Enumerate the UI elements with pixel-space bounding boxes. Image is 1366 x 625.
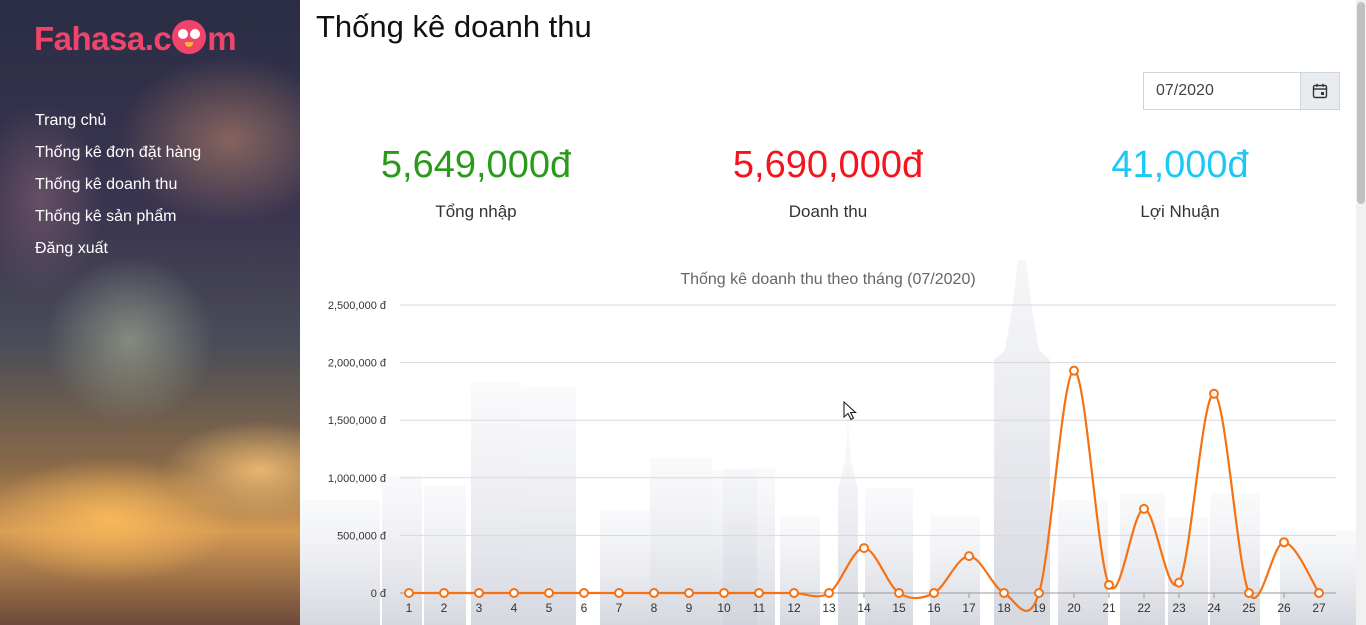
x-tick-label: 25 — [1242, 601, 1256, 615]
sidebar: Fahasa.c m Trang chủ Thống kê đơn đặt hàn… — [0, 0, 300, 625]
logo-text: Fahasa.c — [34, 20, 172, 57]
x-tick-label: 2 — [441, 601, 448, 615]
x-tick-label: 27 — [1312, 601, 1326, 615]
vertical-scrollbar[interactable] — [1356, 0, 1366, 625]
y-tick-label: 2,000,000 đ — [328, 358, 387, 370]
data-point[interactable] — [1209, 388, 1219, 399]
calendar-icon — [1312, 83, 1328, 99]
data-point[interactable] — [894, 588, 904, 598]
revenue-line-chart: Thống kê doanh thu theo tháng (07/2020) … — [300, 260, 1356, 625]
data-point[interactable] — [1139, 503, 1149, 514]
x-tick-label: 1 — [406, 601, 413, 615]
x-tick-label: 16 — [927, 601, 941, 615]
x-tick-label: 24 — [1207, 601, 1221, 615]
data-point[interactable] — [999, 588, 1009, 598]
y-tick-label: 1,500,000 đ — [328, 415, 387, 427]
stat-value: 41,000đ — [1111, 144, 1249, 186]
sidebar-item-home[interactable]: Trang chủ — [35, 111, 201, 143]
stat-profit: 41,000đ Lợi Nhuận — [1015, 142, 1345, 222]
data-point[interactable] — [544, 588, 554, 598]
y-tick-label: 0 đ — [371, 588, 387, 600]
data-point[interactable] — [824, 588, 834, 598]
data-point[interactable] — [439, 588, 449, 598]
owl-mascot-icon — [172, 20, 207, 54]
data-point[interactable] — [684, 588, 694, 598]
data-point[interactable] — [1279, 537, 1289, 548]
x-tick-label: 23 — [1172, 601, 1186, 615]
sidebar-item-revenue-stats[interactable]: Thống kê doanh thu — [35, 175, 201, 207]
x-tick-label: 20 — [1067, 601, 1081, 615]
data-point[interactable] — [649, 588, 659, 598]
x-tick-label: 9 — [686, 601, 693, 615]
y-tick-label: 1,000,000 đ — [328, 473, 387, 485]
stat-label: Doanh thu — [788, 202, 868, 221]
data-point[interactable] — [1034, 588, 1044, 598]
x-tick-label: 7 — [616, 601, 623, 615]
data-point[interactable] — [719, 588, 729, 598]
stat-total-import: 5,649,000đ Tổng nhập — [311, 142, 641, 222]
x-tick-label: 13 — [822, 601, 836, 615]
scrollbar-thumb[interactable] — [1357, 2, 1365, 204]
x-tick-label: 11 — [753, 601, 766, 615]
chart-title: Thống kê doanh thu theo tháng (07/2020) — [680, 271, 975, 288]
stat-label: Lợi Nhuận — [1140, 202, 1220, 221]
sidebar-item-logout[interactable]: Đăng xuất — [35, 239, 201, 271]
x-tick-label: 5 — [546, 601, 553, 615]
fahasa-logo[interactable]: Fahasa.c m — [34, 20, 237, 58]
data-point[interactable] — [614, 588, 624, 598]
data-point[interactable] — [579, 588, 589, 598]
x-tick-label: 15 — [892, 601, 906, 615]
data-point[interactable] — [1069, 365, 1079, 376]
stat-value: 5,690,000đ — [732, 144, 924, 186]
x-tick-label: 14 — [857, 601, 871, 615]
data-point[interactable] — [754, 588, 764, 598]
x-tick-label: 3 — [476, 601, 483, 615]
y-tick-label: 500,000 đ — [337, 530, 387, 542]
stat-revenue: 5,690,000đ Doanh thu — [663, 142, 993, 222]
x-tick-label: 4 — [511, 601, 518, 615]
data-point[interactable] — [859, 543, 869, 554]
x-tick-label: 17 — [962, 601, 976, 615]
sidebar-nav: Trang chủ Thống kê đơn đặt hàng Thống kê… — [35, 111, 201, 271]
stat-value: 5,649,000đ — [380, 144, 572, 186]
month-picker[interactable] — [1143, 72, 1340, 110]
city-skyline-background — [300, 260, 1356, 625]
mouse-cursor-icon — [843, 401, 857, 421]
data-point[interactable] — [1314, 588, 1324, 598]
data-point[interactable] — [1244, 588, 1254, 598]
y-tick-label: 2,500,000 đ — [328, 300, 387, 312]
calendar-button[interactable] — [1300, 73, 1339, 109]
data-point[interactable] — [474, 588, 484, 598]
page-title: Thống kê doanh thu — [316, 9, 592, 44]
stat-label: Tổng nhập — [435, 202, 517, 221]
x-tick-label: 21 — [1102, 601, 1116, 615]
x-tick-label: 26 — [1277, 601, 1291, 615]
x-tick-label: 12 — [787, 601, 801, 615]
data-point[interactable] — [1104, 579, 1114, 590]
data-point[interactable] — [929, 588, 939, 598]
x-tick-label: 22 — [1137, 601, 1151, 615]
main-content: Thống kê doanh thu 5,649,000đ Tổng nhập … — [300, 0, 1356, 625]
x-tick-label: 6 — [581, 601, 588, 615]
sidebar-item-order-stats[interactable]: Thống kê đơn đặt hàng — [35, 143, 201, 175]
data-point[interactable] — [509, 588, 519, 598]
data-point[interactable] — [964, 551, 974, 562]
x-tick-label: 10 — [717, 601, 731, 615]
x-tick-label: 18 — [997, 601, 1011, 615]
sidebar-item-product-stats[interactable]: Thống kê sản phẩm — [35, 207, 201, 239]
data-point[interactable] — [1174, 577, 1184, 588]
data-point[interactable] — [789, 588, 799, 598]
logo-text-suffix: m — [207, 20, 237, 57]
x-tick-label: 8 — [651, 601, 658, 615]
data-point[interactable] — [404, 588, 414, 598]
month-input[interactable] — [1144, 73, 1300, 109]
